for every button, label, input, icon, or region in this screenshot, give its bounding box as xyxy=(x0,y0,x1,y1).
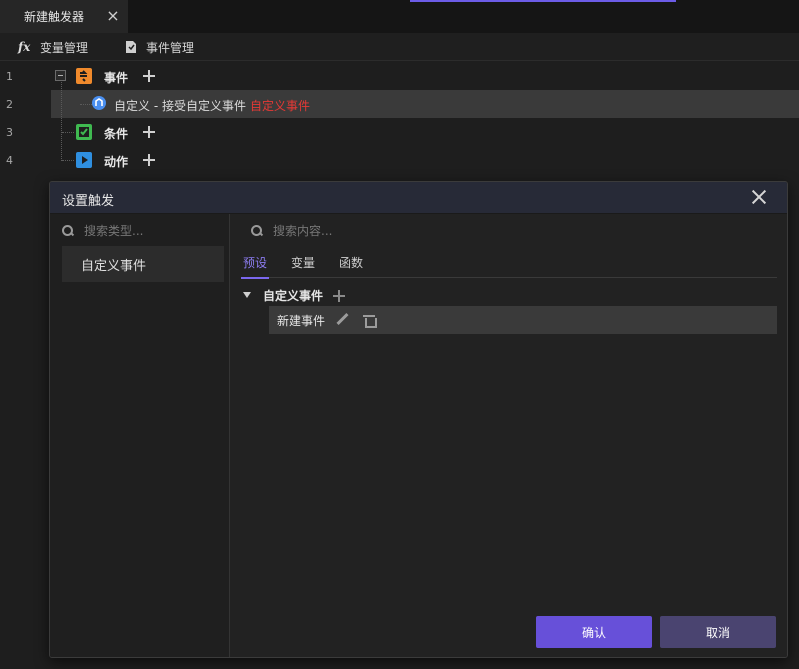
confirm-button[interactable]: 确认 xyxy=(536,616,652,648)
cancel-button[interactable]: 取消 xyxy=(660,616,776,648)
expand-triangle-icon[interactable] xyxy=(243,292,251,298)
dialog-title: 设置触发 xyxy=(62,194,115,209)
group-label: 自定义事件 xyxy=(263,288,324,303)
line-number: 2 xyxy=(6,98,13,111)
event-node-icon xyxy=(76,68,92,84)
event-manager-label: 事件管理 xyxy=(146,40,195,55)
tab-variables[interactable]: 变量 xyxy=(291,254,315,278)
tab-new-trigger[interactable]: 新建触发器 × xyxy=(0,0,128,33)
trash-icon[interactable] xyxy=(363,314,378,328)
edit-icon[interactable] xyxy=(335,313,349,327)
dialog-tabs: 预设 变量 函数 xyxy=(240,250,777,279)
item-label: 新建事件 xyxy=(277,313,326,328)
tree-guide-line xyxy=(62,132,74,133)
variable-manager-label: 变量管理 xyxy=(40,40,89,55)
add-action-icon[interactable] xyxy=(143,154,155,166)
tab-accent-line xyxy=(410,0,676,2)
close-icon[interactable] xyxy=(751,189,767,205)
custom-event-item[interactable]: 自定义 - 接受自定义事件 自定义事件 xyxy=(114,97,310,114)
line-number: 1 xyxy=(6,70,13,83)
search-icon xyxy=(62,225,74,237)
action-node-icon xyxy=(76,152,92,168)
set-trigger-dialog: 设置触发 自定义事件 预设 变量 函数 自定义事件 新建事件 xyxy=(49,181,788,658)
tree-guide-line xyxy=(61,76,62,161)
custom-event-text: 自定义 - 接受自定义事件 xyxy=(114,99,246,113)
tree-guide-line xyxy=(62,160,74,161)
tree-guide-line xyxy=(80,104,92,105)
category-label: 自定义事件 xyxy=(81,258,147,274)
tab-functions[interactable]: 函数 xyxy=(339,254,363,278)
line-number: 3 xyxy=(6,126,13,139)
list-item[interactable]: 新建事件 xyxy=(269,306,777,334)
variable-manager-button[interactable]: fx 变量管理 xyxy=(18,37,88,57)
conditions-node-label: 条件 xyxy=(104,127,129,141)
content-search-input[interactable] xyxy=(273,224,393,238)
events-node-label: 事件 xyxy=(104,71,129,85)
content-search xyxy=(251,216,393,246)
custom-event-suffix: 自定义事件 xyxy=(249,99,310,113)
custom-event-icon xyxy=(92,96,106,110)
add-event-icon[interactable] xyxy=(333,290,346,302)
tab-bar: 新建触发器 × xyxy=(0,0,799,33)
close-icon[interactable]: × xyxy=(106,8,120,24)
search-icon xyxy=(251,225,263,237)
add-event-icon[interactable] xyxy=(143,70,155,82)
tab-title: 新建触发器 xyxy=(24,10,85,24)
tab-presets[interactable]: 预设 xyxy=(240,254,270,279)
actions-node-label: 动作 xyxy=(104,155,129,169)
category-item-custom-event[interactable]: 自定义事件 xyxy=(62,246,224,282)
fx-icon: fx xyxy=(18,40,31,54)
content-pane: 预设 变量 函数 自定义事件 新建事件 确认 取消 xyxy=(231,214,787,657)
type-search-input[interactable] xyxy=(84,224,204,238)
toolbar: fx 变量管理 事件管理 xyxy=(0,33,799,61)
add-condition-icon[interactable] xyxy=(143,126,155,138)
line-number: 4 xyxy=(6,154,13,167)
document-icon xyxy=(124,40,142,54)
dialog-header: 设置触发 xyxy=(50,182,787,214)
event-manager-button[interactable]: 事件管理 xyxy=(124,37,194,57)
custom-event-group[interactable]: 自定义事件 xyxy=(243,284,346,306)
category-pane: 自定义事件 xyxy=(50,214,230,657)
type-search xyxy=(62,216,204,246)
collapse-toggle[interactable] xyxy=(55,70,66,81)
condition-node-icon xyxy=(76,124,92,140)
